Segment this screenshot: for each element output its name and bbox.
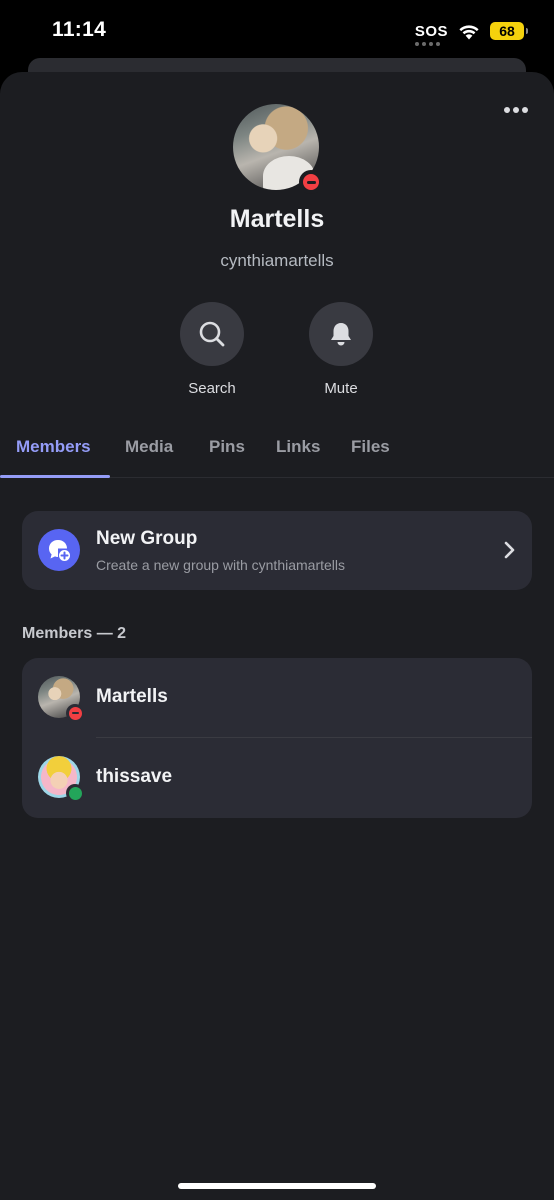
active-tab-indicator	[0, 475, 110, 478]
wifi-icon	[459, 24, 479, 39]
profile-display-name: Martells	[229, 205, 325, 233]
member-row-thissave[interactable]: thissave	[22, 738, 532, 818]
more-options-button[interactable]	[504, 104, 528, 116]
members-header: Members — 2	[22, 625, 127, 642]
dnd-status-icon	[66, 704, 84, 722]
tab-members[interactable]: Members	[16, 437, 91, 457]
chevron-right-icon	[504, 541, 515, 559]
battery-level: 68	[499, 23, 515, 39]
search-icon	[199, 321, 225, 347]
tab-media[interactable]: Media	[125, 437, 173, 457]
tab-files[interactable]: Files	[351, 437, 390, 457]
status-time: 11:14	[52, 18, 107, 41]
profile-username: cynthiamartells	[220, 251, 334, 270]
sos-label: SOS	[414, 22, 448, 40]
tab-pins[interactable]: Pins	[209, 437, 245, 457]
status-bar: 11:14 SOS 68	[0, 0, 554, 60]
profile-avatar[interactable]	[233, 104, 323, 194]
tab-links[interactable]: Links	[276, 437, 320, 457]
members-list: Martells thissave	[22, 658, 532, 818]
member-row-martells[interactable]: Martells	[22, 658, 532, 738]
battery-icon: 68	[490, 22, 528, 40]
mute-label: Mute	[324, 380, 358, 397]
search-label: Search	[188, 380, 236, 397]
dnd-status-icon	[299, 170, 323, 194]
bell-icon	[331, 323, 351, 346]
mute-button[interactable]: Mute	[291, 302, 391, 397]
tab-bar: Members Media Pins Links Files	[0, 432, 554, 478]
member-name: Martells	[96, 686, 168, 707]
search-button[interactable]: Search	[162, 302, 262, 397]
new-group-subtitle: Create a new group with cynthiamartells	[96, 557, 346, 573]
new-group-button[interactable]: New Group Create a new group with cynthi…	[22, 511, 532, 590]
search-button-circle	[180, 302, 244, 366]
chat-plus-icon	[49, 540, 70, 561]
mute-button-circle	[309, 302, 373, 366]
more-horizontal-icon	[504, 107, 510, 113]
member-name: thissave	[96, 766, 173, 787]
avatar	[38, 756, 84, 802]
sos-indicator: SOS	[414, 22, 448, 46]
avatar	[38, 676, 84, 722]
online-status-icon	[66, 784, 84, 802]
status-indicators: SOS 68	[414, 18, 528, 46]
new-group-icon	[38, 529, 80, 571]
home-indicator[interactable]	[178, 1183, 376, 1189]
new-group-title: New Group	[96, 528, 198, 549]
signal-dots-icon	[414, 41, 440, 46]
